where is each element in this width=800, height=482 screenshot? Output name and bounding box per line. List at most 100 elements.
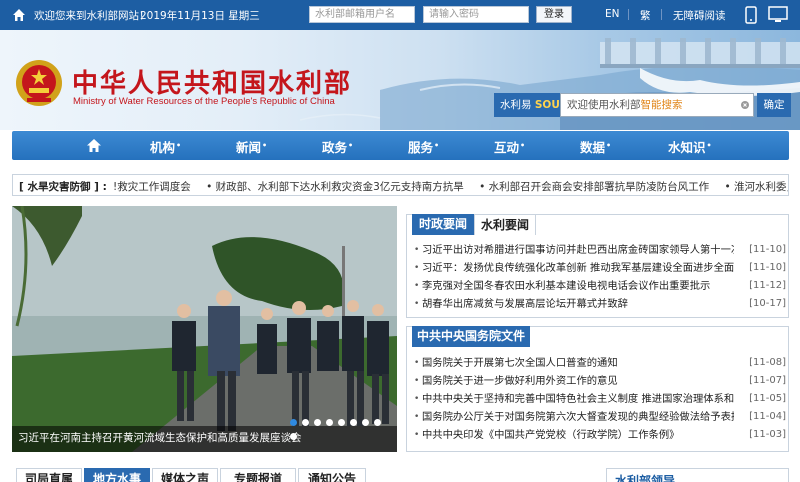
site-title-en: Ministry of Water Resources of the Peopl… <box>73 96 335 107</box>
divider <box>661 9 662 20</box>
list-item[interactable]: • 胡春华出席减贫与发展高层论坛开幕式并致辞 [10-17] <box>412 295 788 313</box>
carousel-dots <box>290 415 397 443</box>
dropdown-marker: • <box>348 141 354 150</box>
divider <box>628 9 629 20</box>
list-item[interactable]: • 国务院关于开展第七次全国人口普查的通知 [11-08] <box>412 354 788 372</box>
list-item-date: [11-10] <box>749 244 786 255</box>
search-brand-label: 水利易 <box>500 99 532 111</box>
bullet-icon: • <box>414 245 420 255</box>
nav-label: 新闻 <box>236 140 262 155</box>
list-item-title[interactable]: 国务院办公厅关于对国务院第六次大督查发现的典型经验做法给予表扬... <box>422 408 734 426</box>
tab-notices[interactable]: 通知公告 <box>298 468 366 482</box>
carousel-dot[interactable] <box>350 419 357 426</box>
ticker-item[interactable]: • 财政部、水利部下达水利救灾资金3亿元支持南方抗旱 <box>206 181 464 193</box>
carousel-dot[interactable] <box>374 419 381 426</box>
carousel-dot[interactable] <box>302 419 309 426</box>
nav-item-news[interactable]: 新闻• <box>236 131 267 160</box>
list-item-date: [11-03] <box>749 429 786 440</box>
photo-carousel[interactable]: 习近平在河南主持召开黄河流域生态保护和高质量发展座谈会 <box>12 206 397 452</box>
tab-council-documents[interactable]: 中共中央国务院文件 <box>412 326 530 347</box>
search-brand-mark: SOU <box>534 99 560 111</box>
nav-item-interaction[interactable]: 互动• <box>494 131 525 160</box>
login-button[interactable]: 登录 <box>536 6 572 23</box>
nav-label: 数据 <box>580 140 606 155</box>
list-item-title[interactable]: 习近平出访对希腊进行国事访问并赴巴西出席金砖国家领导人第十一次会晤 <box>422 241 734 259</box>
national-emblem-icon <box>16 60 62 106</box>
dropdown-marker: • <box>176 141 182 150</box>
dropdown-marker: • <box>262 141 268 150</box>
list-item[interactable]: • 习近平：发扬优良传统强化改革创新 推动我军基层建设全面进步全面过硬 [11-10… <box>412 259 788 277</box>
list-item[interactable]: • 国务院办公厅关于对国务院第六次大督查发现的典型经验做法给予表扬... [11-0… <box>412 408 788 426</box>
search-button[interactable]: 确定 <box>757 93 791 117</box>
smart-search: 水利易 SOU 欢迎使用水利部智能搜索 确定 <box>494 93 791 117</box>
list-item-title[interactable]: 李克强对全国冬春农田水利基本建设电视电话会议作出重要批示 <box>422 277 734 295</box>
clear-icon[interactable] <box>741 101 749 109</box>
search-input[interactable]: 欢迎使用水利部智能搜索 <box>560 93 754 117</box>
bullet-icon: • <box>414 299 420 309</box>
date-text: 2019年11月13日 星期三 <box>140 10 260 22</box>
list-item[interactable]: • 李克强对全国冬春农田水利基本建设电视电话会议作出重要批示 [11-12] <box>412 277 788 295</box>
carousel-caption[interactable]: 习近平在河南主持召开黄河流域生态保护和高质量发展座谈会 <box>18 430 302 445</box>
nav-item-services[interactable]: 服务• <box>408 131 439 160</box>
traditional-chinese-link[interactable]: 繁 <box>640 8 651 23</box>
welcome-text: 欢迎您来到水利部网站！ <box>34 10 150 22</box>
main-nav: 机构• 新闻• 政务• 服务• 互动• 数据• 水知识• <box>12 131 789 160</box>
tab-bureaus[interactable]: 司局直属 <box>16 468 82 482</box>
tab-features[interactable]: 专题报道 <box>220 468 296 482</box>
username-input[interactable] <box>309 6 415 23</box>
password-input[interactable] <box>423 6 529 23</box>
carousel-dot[interactable] <box>362 419 369 426</box>
bullet-icon: • <box>414 394 420 404</box>
list-item-title[interactable]: 国务院关于开展第七次全国人口普查的通知 <box>422 354 734 372</box>
tab-local-water[interactable]: 地方水事 <box>84 468 150 482</box>
ticker-item[interactable]: • 水利部召开会商会安排部署抗旱防凌防台风工作 <box>479 181 709 193</box>
carousel-dot[interactable] <box>314 419 321 426</box>
list-item-title[interactable]: 国务院关于进一步做好利用外资工作的意见 <box>422 372 734 390</box>
top-bar: 欢迎您来到水利部网站！ 2019年11月13日 星期三 登录 EN 繁 无障碍阅… <box>0 0 800 30</box>
bullet-icon: • <box>414 281 420 291</box>
nav-item-affairs[interactable]: 政务• <box>322 131 353 160</box>
home-icon[interactable] <box>86 138 102 153</box>
nav-item-water-knowledge[interactable]: 水知识• <box>668 131 712 160</box>
ticker-items: !救灾工作调度会 • 财政部、水利部下达水利救灾资金3亿元支持南方抗旱 • 水利… <box>113 179 789 194</box>
ticker-item[interactable]: !救灾工作调度会 <box>113 181 191 193</box>
leaders-title[interactable]: 水利部领导 <box>615 472 675 482</box>
list-item[interactable]: • 中共中央印发《中国共产党党校（行政学院）工作条例》 [11-03] <box>412 426 788 444</box>
list-item-title[interactable]: 胡春华出席减贫与发展高层论坛开幕式并致辞 <box>422 295 734 313</box>
mobile-icon[interactable] <box>745 6 757 24</box>
english-link[interactable]: EN <box>605 8 620 20</box>
list-item-date: [11-10] <box>749 262 786 273</box>
dropdown-marker: • <box>606 141 612 150</box>
bullet-icon: • <box>414 263 420 273</box>
bullet-icon: • <box>414 430 420 440</box>
ticker-label: [ 水旱灾害防御 ] : <box>19 181 107 193</box>
site-title-cn: 中华人民共和国水利部 <box>72 69 353 99</box>
nav-item-data[interactable]: 数据• <box>580 131 611 160</box>
carousel-dot[interactable] <box>290 419 297 426</box>
list-item[interactable]: • 习近平出访对希腊进行国事访问并赴巴西出席金砖国家领导人第十一次会晤 [11-10… <box>412 241 788 259</box>
ticker-item[interactable]: • 淮河水利委员会贯彻中央 <box>725 181 789 193</box>
tab-current-affairs[interactable]: 时政要闻 <box>412 214 474 235</box>
council-list: • 国务院关于开展第七次全国人口普查的通知 [11-08] • 国务院关于进一步做好利用… <box>412 354 788 444</box>
nav-label: 服务 <box>408 140 434 155</box>
tab-media[interactable]: 媒体之声 <box>152 468 218 482</box>
accessible-reading-link[interactable]: 无障碍阅读 <box>673 8 726 23</box>
list-item-title[interactable]: 中共中央关于坚持和完善中国特色社会主义制度 推进国家治理体系和治... <box>422 390 734 408</box>
carousel-dot[interactable] <box>290 433 297 440</box>
dropdown-marker: • <box>520 141 526 150</box>
tab-water-news[interactable]: 水利要闻 <box>474 214 536 235</box>
home-icon[interactable] <box>12 8 26 22</box>
list-item-title[interactable]: 中共中央印发《中国共产党党校（行政学院）工作条例》 <box>422 426 734 444</box>
nav-item-institutions[interactable]: 机构• <box>150 131 181 160</box>
list-item-date: [10-17] <box>749 298 786 309</box>
bottom-tabs: 司局直属 地方水事 媒体之声 专题报道 通知公告 <box>12 468 397 482</box>
list-item-date: [11-07] <box>749 375 786 386</box>
search-prompt: 欢迎使用水利部 <box>567 99 641 111</box>
carousel-dot[interactable] <box>338 419 345 426</box>
carousel-dot[interactable] <box>326 419 333 426</box>
list-item[interactable]: • 中共中央关于坚持和完善中国特色社会主义制度 推进国家治理体系和治... [11-… <box>412 390 788 408</box>
list-item[interactable]: • 国务院关于进一步做好利用外资工作的意见 [11-07] <box>412 372 788 390</box>
desktop-icon[interactable] <box>768 6 788 24</box>
list-item-title[interactable]: 习近平：发扬优良传统强化改革创新 推动我军基层建设全面进步全面过硬 <box>422 259 734 277</box>
header-banner: 中华人民共和国水利部 Ministry of Water Resources o… <box>0 30 800 130</box>
